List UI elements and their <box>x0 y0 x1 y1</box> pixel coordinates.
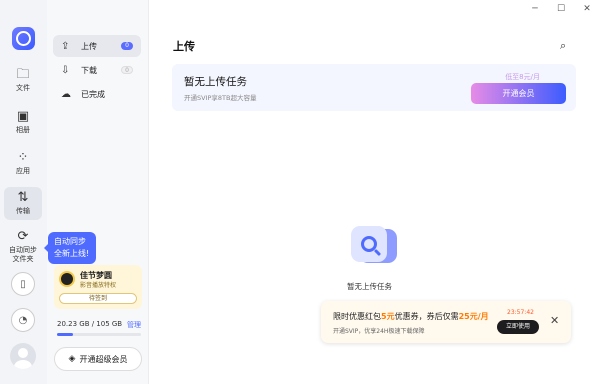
app-logo <box>12 27 35 50</box>
empty-search-icon <box>351 226 397 266</box>
tooltip-line1: 自动同步 <box>54 237 86 246</box>
upload-icon: ⇪ <box>61 40 70 52</box>
manage-link[interactable]: 管理 <box>127 320 141 330</box>
nav-upload[interactable]: ⇪ 上传 0 <box>53 35 141 57</box>
rail-item-apps[interactable]: ⁘ 应用 <box>4 151 42 176</box>
toast-headline: 限时优惠红包5元优惠券，券后仅需25元/月 <box>333 312 489 321</box>
photo-icon: ▣ <box>16 109 30 124</box>
promo-card[interactable]: 佳节梦圆 影音播放特权 待签到 <box>54 265 142 309</box>
disc-icon <box>59 271 75 287</box>
storage-bar-fill <box>57 333 74 336</box>
sync-icon: ⟳ <box>17 229 29 244</box>
storage-text: 20.23 GB / 105 GB <box>57 320 123 328</box>
search-icon[interactable]: ⌕ <box>560 39 566 53</box>
window-controls: ─ ☐ ✕ <box>522 0 600 18</box>
nav-label: 上传 <box>81 41 97 51</box>
rail-label: 应用 <box>16 167 30 175</box>
avatar[interactable] <box>10 343 36 369</box>
rail-item-files[interactable]: 🗀 文件 <box>4 68 42 93</box>
close-icon[interactable]: ✕ <box>574 4 600 14</box>
price-text: 低至8元/月 <box>505 73 540 81</box>
storage-info: 20.23 GB / 105 GB 管理 <box>57 320 141 330</box>
transfer-icon: ⇅ <box>17 190 29 205</box>
rail-label: 文件 <box>16 84 30 92</box>
empty-state-text: 暂无上传任务 <box>347 282 392 291</box>
promo-subtitle: 影音播放特权 <box>80 282 117 289</box>
rail-label: 自动同步 文件夹 <box>9 246 37 263</box>
nav-label: 已完成 <box>81 89 105 99</box>
countdown-timer: 23:57:42 <box>507 309 534 316</box>
folder-icon: 🗀 <box>16 67 30 82</box>
rail-item-photos[interactable]: ▣ 相册 <box>4 110 42 135</box>
transfer-panel: ⇪ 上传 0 ⇩ 下载 0 ☁ 已完成 佳节梦圆 影音播放特权 待签到 20.2… <box>47 0 149 384</box>
vip-icon: ◈ <box>68 354 76 364</box>
nav-label: 下载 <box>81 65 97 75</box>
sync-tooltip: 自动同步 全新上线! <box>44 232 96 264</box>
rail-label: 相册 <box>16 126 30 134</box>
tooltip-line2: 全新上线! <box>54 249 90 258</box>
banner-subtitle: 开通SVIP享8TB超大容量 <box>184 94 257 102</box>
storage-bar <box>57 333 141 336</box>
use-now-button[interactable]: 立即使用 <box>497 320 539 334</box>
rail-item-transfer[interactable]: ⇅ 传输 <box>4 187 42 220</box>
close-icon[interactable]: ✕ <box>550 314 559 327</box>
count-badge: 0 <box>121 66 133 74</box>
phone-icon[interactable]: ▯ <box>11 272 35 296</box>
minimize-icon[interactable]: ─ <box>522 4 548 14</box>
upsell-banner: 暂无上传任务 开通SVIP享8TB超大容量 低至8元/月 开通会员 <box>172 64 576 111</box>
coupon-toast: 限时优惠红包5元优惠券，券后仅需25元/月 开通SVIP，优享24H极速下载保障… <box>321 301 571 343</box>
svip-button[interactable]: ◈ 开通超级会员 <box>54 347 142 371</box>
rail-label: 传输 <box>16 207 30 215</box>
page-title: 上传 <box>173 40 195 53</box>
count-badge: 0 <box>121 42 133 50</box>
nav-completed[interactable]: ☁ 已完成 <box>53 83 141 105</box>
apps-icon: ⁘ <box>17 150 29 165</box>
nav-download[interactable]: ⇩ 下载 0 <box>53 59 141 81</box>
toast-subline: 开通SVIP，优享24H极速下载保障 <box>333 328 425 335</box>
left-rail: 🗀 文件 ▣ 相册 ⁘ 应用 ⇅ 传输 ⟳ 自动同步 文件夹 ▯ ◔ <box>0 0 47 384</box>
disc-icon[interactable]: ◔ <box>11 308 35 332</box>
rail-item-sync[interactable]: ⟳ 自动同步 文件夹 <box>4 230 42 264</box>
banner-title: 暂无上传任务 <box>184 76 247 88</box>
cloud-check-icon: ☁ <box>61 88 71 100</box>
checkin-button[interactable]: 待签到 <box>59 293 137 304</box>
maximize-icon[interactable]: ☐ <box>548 4 574 14</box>
download-icon: ⇩ <box>61 64 70 76</box>
open-membership-button[interactable]: 开通会员 <box>471 83 566 104</box>
svip-label: 开通超级会员 <box>79 354 128 364</box>
